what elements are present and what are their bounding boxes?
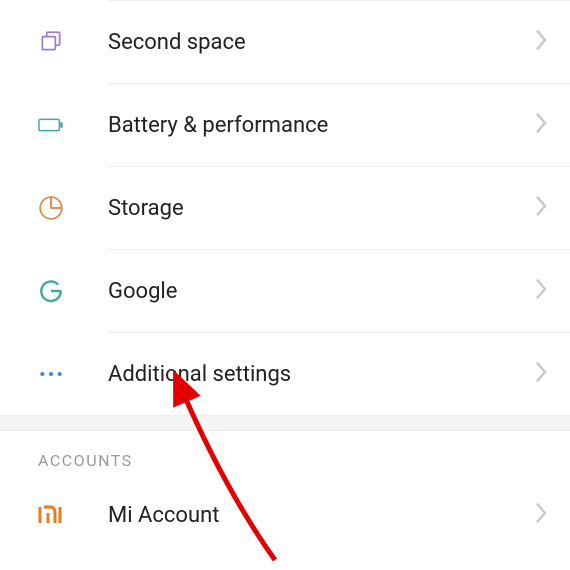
section-divider	[0, 415, 570, 431]
item-label: Google	[76, 279, 534, 304]
second-space-icon	[38, 29, 76, 55]
chevron-right-icon	[534, 501, 548, 529]
settings-item-second-space[interactable]: Second space	[0, 1, 570, 83]
chevron-right-icon	[534, 28, 548, 56]
more-icon	[38, 361, 76, 387]
storage-icon	[38, 195, 76, 221]
battery-icon	[38, 112, 76, 138]
settings-item-battery[interactable]: Battery & performance	[0, 84, 570, 166]
settings-item-storage[interactable]: Storage	[0, 167, 570, 249]
google-icon	[38, 278, 76, 304]
mi-icon	[38, 502, 76, 528]
item-label: Second space	[76, 30, 534, 55]
settings-item-mi-account[interactable]: Mi Account	[0, 476, 570, 554]
item-label: Additional settings	[76, 362, 534, 387]
settings-list: Second space Battery & performance	[0, 0, 570, 554]
chevron-right-icon	[534, 360, 548, 388]
chevron-right-icon	[534, 194, 548, 222]
item-label: Battery & performance	[76, 113, 534, 138]
settings-item-additional-settings[interactable]: Additional settings	[0, 333, 570, 415]
item-label: Storage	[76, 196, 534, 221]
settings-item-google[interactable]: Google	[0, 250, 570, 332]
chevron-right-icon	[534, 277, 548, 305]
chevron-right-icon	[534, 111, 548, 139]
item-label: Mi Account	[76, 503, 534, 528]
section-header-accounts: ACCOUNTS	[0, 431, 570, 476]
